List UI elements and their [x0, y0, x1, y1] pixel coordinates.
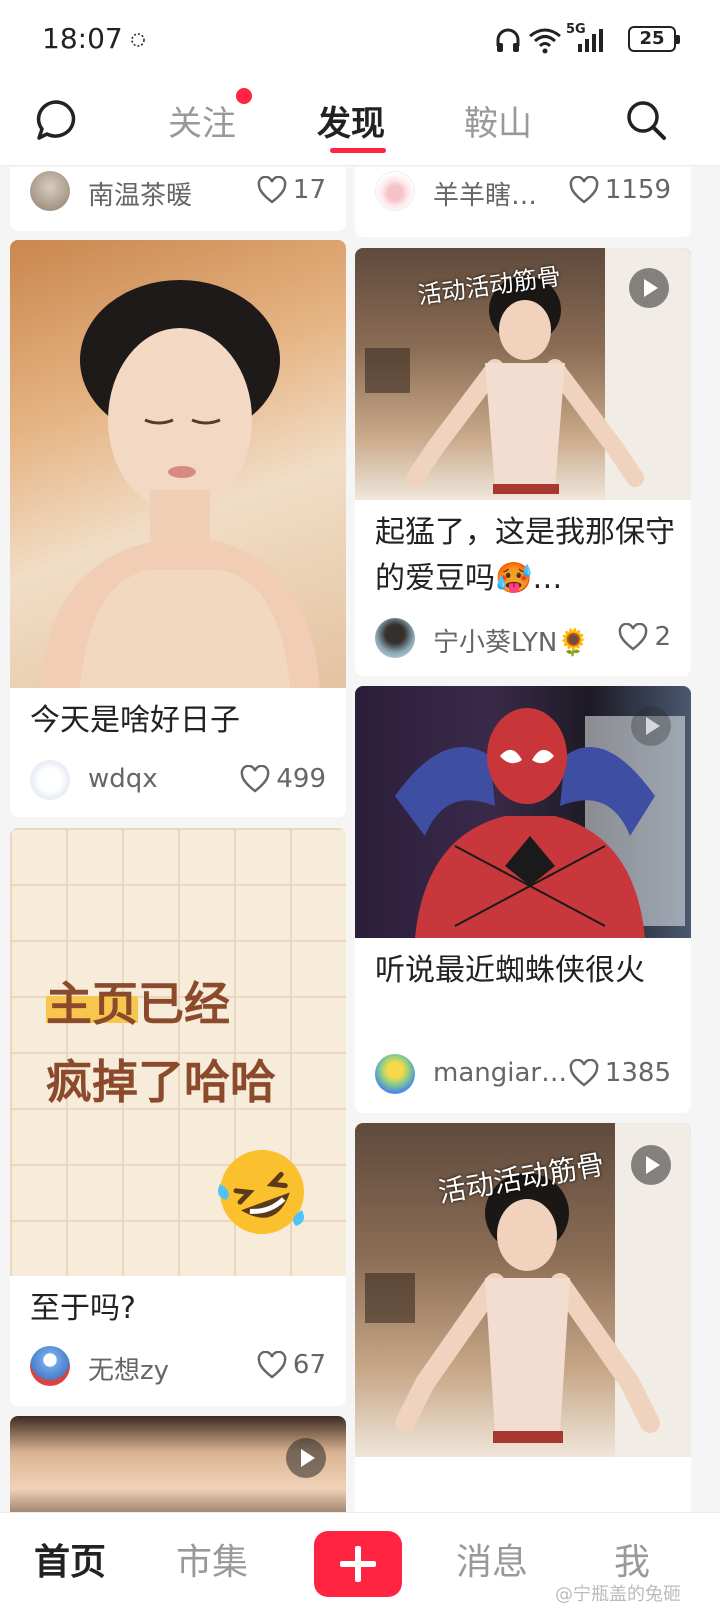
heart-icon	[257, 176, 287, 204]
feed-card[interactable]: 主页已经 疯掉了哈哈 至于吗? 无想zy 67	[10, 828, 346, 1406]
card-meta: 南温茶暖 17	[30, 171, 326, 211]
feed-grid: 南温茶暖 17 今天是啥好日子 wdqx 499 主页已经 疯掉了哈哈 至于吗?…	[0, 167, 720, 1512]
create-post-button[interactable]	[314, 1531, 402, 1597]
video-play-icon[interactable]	[631, 1145, 671, 1185]
laughing-emoji-icon	[218, 1150, 304, 1234]
like-count-value: 67	[292, 1350, 326, 1380]
video-play-icon[interactable]	[629, 268, 669, 308]
post-title[interactable]: 起猛了，这是我那保守的爱豆吗🥵…	[375, 510, 675, 602]
search-icon[interactable]	[624, 98, 668, 142]
tab-home[interactable]: 首页	[34, 1533, 106, 1585]
author-name[interactable]: 无想zy	[88, 1350, 169, 1387]
author-name[interactable]: mangiar…	[433, 1058, 567, 1088]
card-meta: 羊羊瞎… 1159	[375, 171, 671, 211]
like-count[interactable]: 67	[257, 1350, 326, 1380]
heart-icon	[619, 623, 648, 651]
image-text-line2: 疯掉了哈哈	[46, 1055, 276, 1109]
tab-follow[interactable]: 关注	[168, 96, 236, 145]
card-meta: mangiar… 1385	[375, 1054, 671, 1094]
tab-market[interactable]: 市集	[176, 1533, 248, 1585]
card-meta: 无想zy 67	[30, 1346, 326, 1386]
post-title[interactable]: 至于吗?	[30, 1286, 136, 1332]
feed-card[interactable]	[10, 1416, 346, 1512]
feed-card[interactable]: 羊羊瞎… 1159	[355, 167, 691, 237]
portrait-figure	[40, 280, 320, 688]
author-name[interactable]: wdqx	[88, 764, 158, 794]
avatar[interactable]	[375, 171, 415, 211]
image-text-highlight: 主页	[46, 977, 138, 1031]
tab-messages[interactable]: 消息	[456, 1533, 528, 1585]
post-image	[10, 240, 346, 688]
post-title[interactable]: 今天是啥好日子	[30, 698, 240, 744]
video-play-icon[interactable]	[631, 706, 671, 746]
tab-me[interactable]: 我	[614, 1533, 650, 1585]
like-count-value: 17	[292, 175, 326, 205]
feed-card[interactable]: 今天是啥好日子 wdqx 499	[10, 240, 346, 817]
follow-badge-dot	[236, 88, 252, 104]
like-count-value: 1159	[604, 175, 671, 205]
post-image: 主页已经 疯掉了哈哈	[10, 828, 346, 1276]
image-text-rest: 已经	[138, 977, 230, 1031]
card-meta: wdqx 499	[30, 760, 326, 800]
tab-discover[interactable]: 发现	[317, 96, 385, 145]
avatar[interactable]	[30, 171, 70, 211]
notification-icon	[131, 33, 145, 47]
avatar[interactable]	[375, 1054, 415, 1094]
like-count-value: 499	[276, 764, 326, 794]
tab-local[interactable]: 鞍山	[464, 96, 532, 145]
avatar[interactable]	[30, 760, 70, 800]
author-name[interactable]: 宁小葵LYN🌻	[433, 622, 590, 659]
like-count[interactable]: 17	[257, 175, 326, 205]
like-count[interactable]: 1385	[569, 1058, 671, 1088]
author-name[interactable]: 南温茶暖	[88, 175, 192, 212]
avatar[interactable]	[375, 618, 415, 658]
feed-card[interactable]: 听说最近蜘蛛侠很火 mangiar… 1385	[355, 686, 691, 1113]
video-play-icon[interactable]	[286, 1438, 326, 1478]
signal-icon	[578, 29, 603, 52]
like-count[interactable]: 499	[240, 764, 326, 794]
feed-card[interactable]: 活动活动筋骨 起猛了，这是我那保守的爱豆吗🥵… 宁小葵LYN🌻 2	[355, 248, 691, 676]
heart-icon	[569, 1059, 599, 1087]
chat-bubble-icon[interactable]	[34, 98, 78, 142]
headphones-icon	[496, 28, 520, 52]
battery-indicator: 25	[628, 26, 680, 52]
like-count[interactable]: 1159	[569, 175, 671, 205]
heart-icon	[257, 1351, 287, 1379]
avatar[interactable]	[30, 1346, 70, 1386]
image-text-line1: 主页已经	[46, 968, 230, 1034]
feed-card[interactable]: 南温茶暖 17	[10, 167, 346, 231]
like-count-value: 1385	[604, 1058, 671, 1088]
wifi-icon	[529, 28, 561, 54]
like-count[interactable]: 2	[618, 622, 671, 652]
top-nav: 关注 发现 鞍山	[0, 80, 720, 166]
author-name[interactable]: 羊羊瞎…	[433, 175, 537, 212]
watermark: @宁瓶盖的兔砸	[555, 1584, 681, 1605]
heart-icon	[569, 176, 599, 204]
active-tab-indicator	[330, 148, 386, 153]
like-count-value: 2	[654, 622, 671, 652]
card-meta: 宁小葵LYN🌻 2	[375, 618, 671, 658]
status-time: 18:07	[42, 22, 123, 55]
post-title[interactable]: 听说最近蜘蛛侠很火	[375, 948, 671, 994]
screen: { "status_bar": {"time": "18:07", "netwo…	[0, 0, 720, 1610]
feed-card[interactable]: 活动活动筋骨	[355, 1123, 691, 1512]
heart-icon	[241, 765, 270, 793]
status-bar: 18:07 5G 25	[0, 0, 720, 80]
